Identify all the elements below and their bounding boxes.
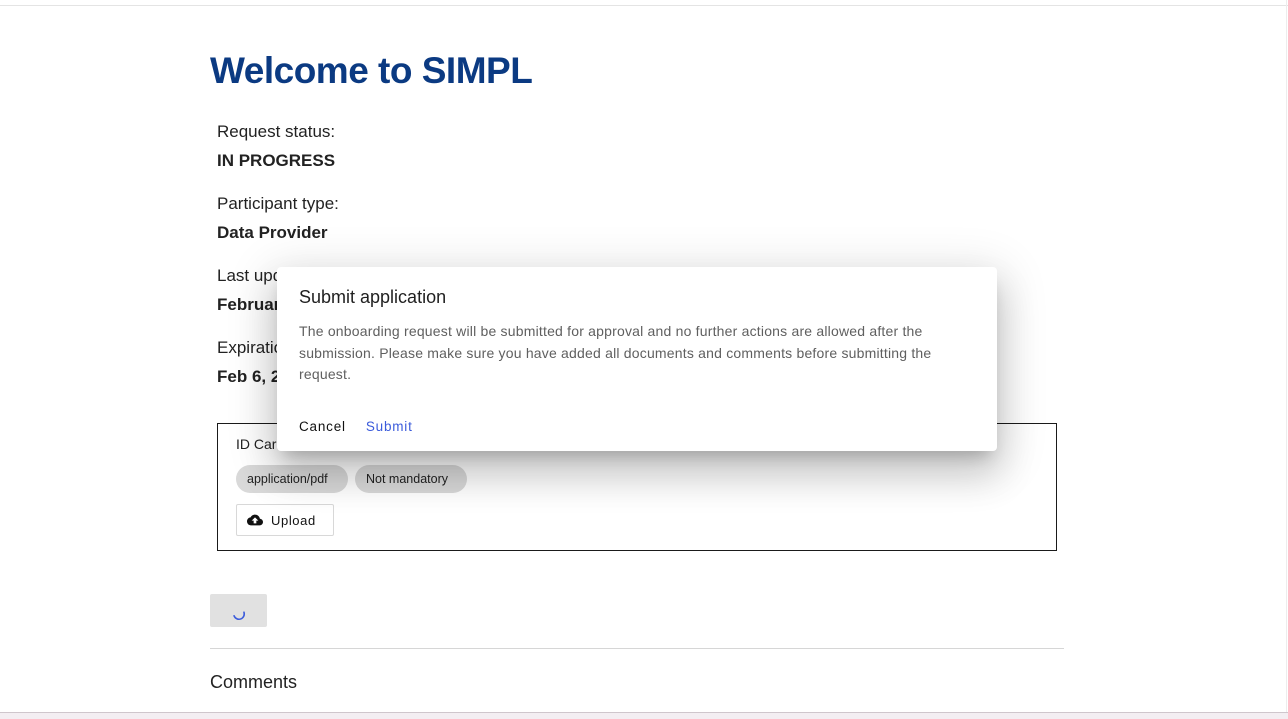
- page: Welcome to SIMPL Request status: IN PROG…: [0, 0, 1288, 719]
- expiration-value: Feb 6, 2: [217, 367, 281, 386]
- top-border: [0, 5, 1288, 6]
- dialog-message: The onboarding request will be submitted…: [299, 323, 932, 382]
- cloud-upload-icon: [247, 512, 263, 528]
- comments-title: Comments: [210, 672, 298, 692]
- request-status-value: IN PROGRESS: [217, 151, 336, 170]
- submit-loading-button[interactable]: [210, 594, 267, 627]
- last-updated-label: Last upd: [217, 266, 283, 285]
- cancel-button[interactable]: Cancel: [291, 415, 354, 437]
- request-status-label: Request status:: [217, 122, 336, 141]
- right-border: [1286, 0, 1287, 719]
- section-divider: [210, 648, 1064, 649]
- dialog-actions: Cancel Submit: [291, 415, 421, 437]
- loading-spinner-icon: [233, 611, 246, 620]
- upload-button[interactable]: Upload: [236, 504, 334, 536]
- bottom-bar: [0, 712, 1288, 719]
- mandatory-chip: Not mandatory: [355, 465, 467, 493]
- submit-button[interactable]: Submit: [358, 415, 421, 437]
- expiration-label: Expiratio: [217, 338, 284, 357]
- last-updated-value: Februar: [217, 295, 281, 314]
- participant-type-label: Participant type:: [217, 194, 339, 213]
- page-title: Welcome to SIMPL: [210, 50, 533, 91]
- document-name: ID Car: [236, 436, 277, 452]
- submit-dialog: Submit application The onboarding reques…: [277, 267, 997, 451]
- participant-type-value: Data Provider: [217, 223, 328, 242]
- upload-button-label: Upload: [271, 512, 316, 528]
- mime-type-chip: application/pdf: [236, 465, 348, 493]
- dialog-title: Submit application: [299, 287, 447, 307]
